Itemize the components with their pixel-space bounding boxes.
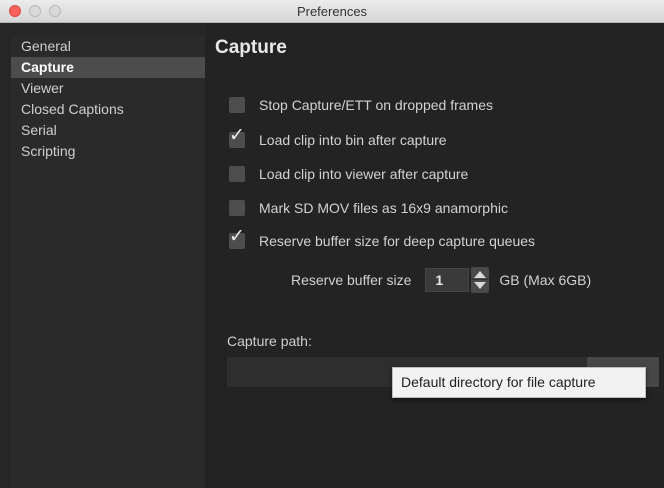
option-label: Load clip into bin after capture — [259, 132, 447, 148]
buffer-size-input[interactable]: 1 — [425, 268, 470, 292]
checkbox[interactable]: ✓ — [229, 126, 245, 148]
sidebar-item-viewer[interactable]: Viewer — [11, 78, 205, 99]
main-panel: Capture Stop Capture/ETT on dropped fram… — [205, 23, 664, 488]
buffer-size-unit: GB (Max 6GB) — [499, 272, 592, 288]
option-load-clip-bin[interactable]: ✓ Load clip into bin after capture — [229, 126, 447, 150]
option-stop-capture[interactable]: Stop Capture/ETT on dropped frames — [229, 95, 493, 115]
buffer-size-stepper[interactable] — [471, 267, 490, 293]
title-bar: Preferences — [0, 0, 664, 23]
option-reserve-buffer[interactable]: ✓ Reserve buffer size for deep capture q… — [229, 227, 536, 251]
page-title: Capture — [215, 37, 287, 58]
checkmark-icon: ✓ — [229, 226, 245, 247]
option-label: Mark SD MOV files as 16x9 anamorphic — [259, 200, 508, 216]
option-label: Stop Capture/ETT on dropped frames — [259, 97, 493, 113]
reserve-buffer-row: Reserve buffer size 1 GB (Max 6GB) — [291, 267, 591, 293]
sidebar-item-capture[interactable]: Capture — [11, 57, 205, 78]
window-title: Preferences — [296, 4, 368, 19]
buffer-size-label: Reserve buffer size — [291, 272, 412, 288]
stepper-divider — [471, 279, 490, 280]
arrow-up-icon[interactable] — [474, 271, 487, 278]
sidebar-item-closed-captions[interactable]: Closed Captions — [11, 99, 205, 120]
sidebar-item-serial[interactable]: Serial — [11, 120, 205, 141]
sidebar: General Capture Viewer Closed Captions S… — [11, 36, 205, 488]
checkbox[interactable] — [229, 166, 245, 182]
checkbox[interactable]: ✓ — [229, 227, 245, 249]
option-load-clip-viewer[interactable]: Load clip into viewer after capture — [229, 164, 468, 184]
option-mark-sd-mov[interactable]: Mark SD MOV files as 16x9 anamorphic — [229, 198, 508, 218]
capture-path-label: Capture path: — [227, 333, 312, 349]
arrow-down-icon[interactable] — [474, 282, 487, 289]
checkbox[interactable] — [229, 200, 245, 216]
sidebar-item-scripting[interactable]: Scripting — [11, 141, 205, 162]
option-label: Load clip into viewer after capture — [259, 166, 469, 182]
checkbox[interactable] — [229, 97, 245, 113]
preferences-window: Preferences General Capture Viewer Close… — [0, 0, 664, 488]
tooltip: Default directory for file capture — [392, 367, 646, 398]
checkmark-icon: ✓ — [229, 125, 245, 146]
sidebar-item-general[interactable]: General — [11, 36, 205, 57]
option-label: Reserve buffer size for deep capture que… — [259, 233, 536, 249]
